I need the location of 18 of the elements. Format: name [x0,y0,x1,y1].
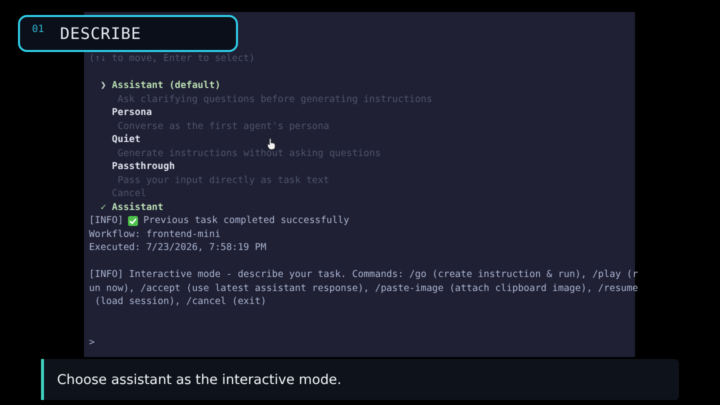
log-line: Executed: 7/23/2026, 7:58:19 PM [89,241,266,254]
step-title: DESCRIBE [60,24,142,43]
menu-option[interactable]: Persona [112,106,152,120]
log-tag: [INFO] [89,214,124,228]
caption-text: Choose assistant as the interactive mode. [41,359,679,400]
log-line: Previous task completed successfully [143,214,350,228]
hand-cursor-icon [267,138,276,150]
selected-mode: Assistant [112,200,164,214]
check-glyph: ✓ [100,200,108,214]
prompt-glyph: > [89,336,95,349]
menu-option[interactable]: Passthrough [112,160,175,174]
check-icon [128,216,138,226]
step-number: 01 [32,24,44,35]
menu-option[interactable]: Quiet [112,133,140,146]
pointer-glyph: ❯ [100,80,106,91]
log-paragraph: [INFO] Interactive mode - describe your task. Commands: /go (create instruction & run), /play (run now), /accept (use latest assistant response), /paste-image (attach clipboard image), /resume (load session), /cancel (exit) [89,268,640,308]
menu-option[interactable]: Assistant (default) [112,79,221,92]
log-line: Workflow: frontend-mini [89,228,221,241]
